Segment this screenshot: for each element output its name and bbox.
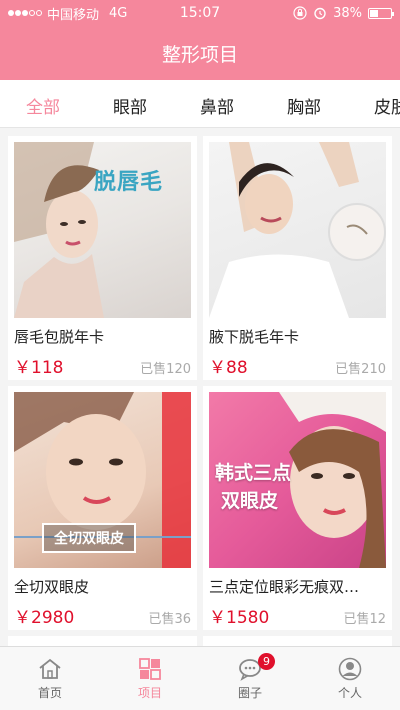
product-price: ￥88 [209, 358, 248, 378]
portrait-illustration [209, 142, 386, 318]
product-sold: 已售120 [140, 362, 191, 377]
tabbar-label: 项目 [137, 685, 162, 700]
home-icon [39, 658, 61, 679]
product-price: ￥2980 [14, 608, 75, 628]
product-image-text-line1: 韩式三点 [215, 462, 292, 484]
product-image: 脱唇毛 [14, 142, 191, 318]
product-grid: 脱唇毛 唇毛包脱年卡 ￥118 已售120 腋下脱毛年卡 ￥88 已售210 全… [0, 128, 400, 646]
product-price: ￥118 [14, 358, 64, 378]
product-card[interactable]: 全切双眼皮 全切双眼皮 ￥2980 已售36 [8, 386, 197, 630]
product-price: ￥1580 [209, 608, 270, 628]
product-card[interactable]: 韩式三点 双眼皮 三点定位眼彩无痕双… ￥1580 已售12 [203, 386, 392, 630]
notification-badge: 9 [258, 653, 275, 670]
product-image-text: 脱唇毛 [94, 170, 164, 195]
product-image: 全切双眼皮 [14, 392, 191, 568]
alarm-icon [314, 7, 326, 20]
status-right: 38% [293, 5, 394, 21]
product-title: 全切双眼皮 [14, 578, 90, 596]
product-sold: 已售210 [335, 362, 386, 377]
tabbar-label: 首页 [37, 685, 62, 700]
product-card[interactable]: 腋下脱毛年卡 ￥88 已售210 [203, 136, 392, 380]
tabbar-label: 个人 [337, 685, 362, 700]
product-title: 腋下脱毛年卡 [209, 328, 300, 346]
product-sold: 已售36 [148, 612, 191, 627]
tabbar-label: 圈子 [237, 685, 262, 700]
tab-eyes[interactable]: 眼部 [113, 93, 147, 118]
product-image [209, 142, 386, 318]
product-title: 唇毛包脱年卡 [14, 328, 105, 346]
page-title: 整形项目 [161, 43, 238, 66]
tabbar-profile[interactable]: 个人 [300, 647, 400, 710]
page-header: 整形项目 [0, 26, 400, 80]
bottom-tabbar: 首页 项目 圈子 9 个人 [0, 646, 400, 710]
product-sold: 已售12 [343, 612, 386, 627]
product-card-partial[interactable] [203, 636, 392, 646]
battery-icon [368, 7, 394, 19]
tabbar-circle[interactable]: 圈子 9 [200, 647, 300, 710]
product-card-partial[interactable] [8, 636, 197, 646]
product-image-text-line2: 双眼皮 [221, 490, 279, 512]
status-bar: 中国移动 4G 15:07 38% [0, 0, 400, 26]
tab-skin[interactable]: 皮肤 [374, 93, 400, 118]
tabbar-home[interactable]: 首页 [0, 647, 100, 710]
product-image: 韩式三点 双眼皮 [209, 392, 386, 568]
tab-all[interactable]: 全部 [26, 93, 60, 118]
tab-chest[interactable]: 胸部 [287, 93, 321, 118]
lock-rotation-icon [293, 6, 307, 20]
product-card[interactable]: 脱唇毛 唇毛包脱年卡 ￥118 已售120 [8, 136, 197, 380]
product-image-text: 全切双眼皮 [42, 523, 136, 553]
person-icon [338, 657, 362, 680]
tabbar-projects[interactable]: 项目 [100, 647, 200, 710]
tab-nose[interactable]: 鼻部 [200, 93, 234, 118]
category-tabs: 全部 眼部 鼻部 胸部 皮肤 [0, 80, 400, 128]
battery-percent: 38% [333, 5, 362, 21]
product-title: 三点定位眼彩无痕双… [209, 578, 360, 596]
grid-icon [139, 657, 161, 680]
